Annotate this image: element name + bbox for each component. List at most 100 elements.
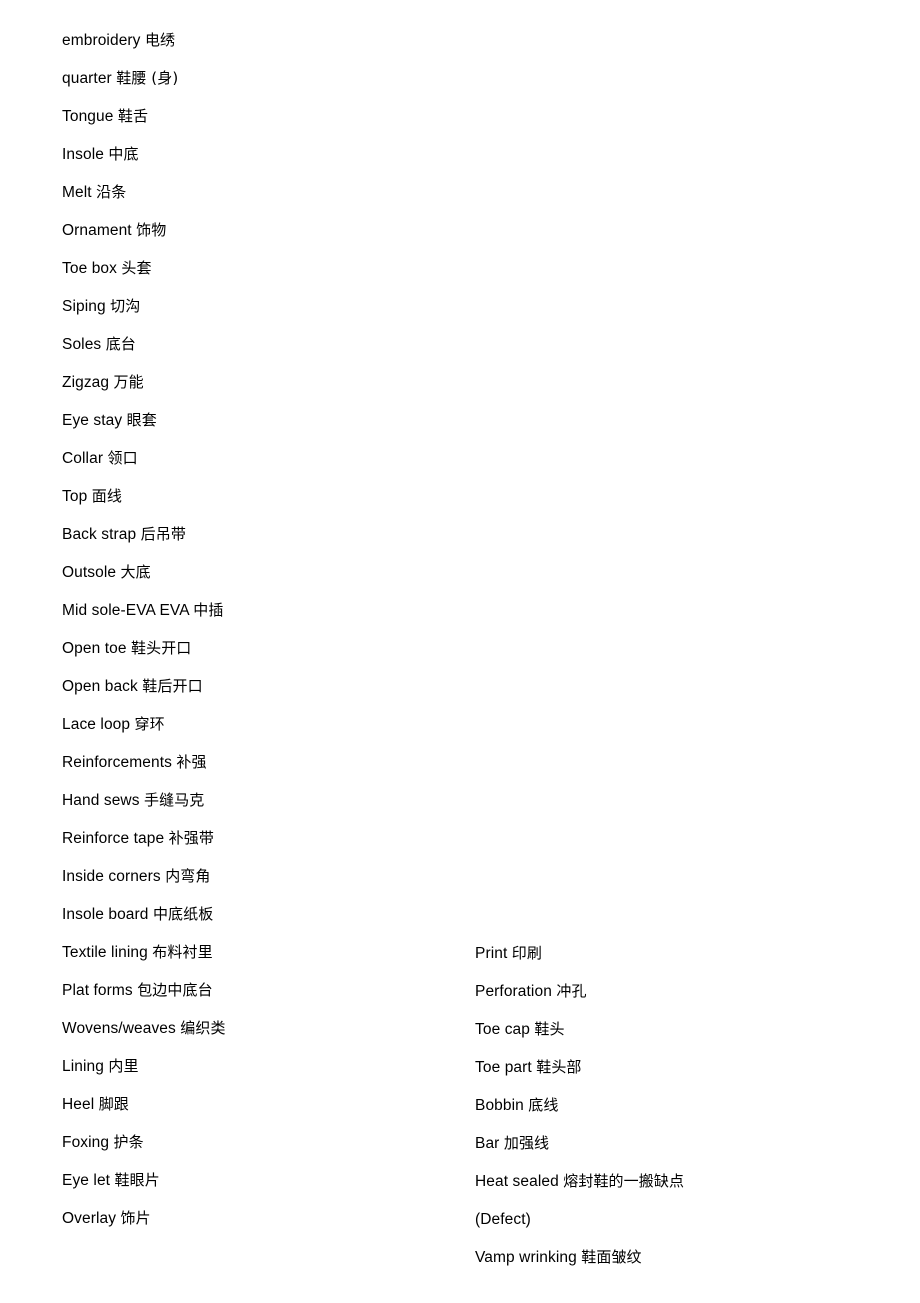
glossary-term-english: Open back: [62, 678, 138, 695]
glossary-entry: Open back 鞋后开口: [62, 675, 442, 698]
glossary-term-english: Lining: [62, 1058, 104, 1075]
glossary-term-chinese: 补强: [176, 753, 207, 771]
glossary-entry: Heel 脚跟: [62, 1093, 442, 1116]
glossary-term-english: Heel: [62, 1096, 95, 1113]
glossary-entry: Collar 领口: [62, 447, 442, 470]
glossary-term-english: Ornament: [62, 222, 132, 239]
glossary-term-english: Collar: [62, 450, 104, 467]
glossary-entry: Mid sole-EVA EVA 中插: [62, 599, 442, 622]
glossary-term-chinese: 鞋头开口: [131, 639, 192, 657]
glossary-term-chinese: 后吊带: [140, 525, 186, 543]
glossary-term-english: Top: [62, 488, 88, 505]
glossary-entry: Textile lining 布料衬里: [62, 941, 442, 964]
glossary-term-english: Print: [475, 945, 508, 962]
glossary-entry: Heat sealed 熔封鞋的一搬缺点: [475, 1170, 690, 1193]
glossary-entry: Eye stay 眼套: [62, 409, 442, 432]
glossary-term-english: (Defect): [475, 1211, 531, 1228]
glossary-entry: (Defect): [475, 1208, 690, 1231]
glossary-entry: Siping 切沟: [62, 295, 442, 318]
glossary-term-chinese: 冲孔: [556, 982, 587, 1000]
glossary-term-chinese: 底线: [528, 1096, 559, 1114]
glossary-term-chinese: 鞋面皱纹: [581, 1248, 642, 1266]
glossary-term-english: Reinforce tape: [62, 830, 165, 847]
glossary-entry: Tongue 鞋舌: [62, 105, 442, 128]
glossary-term-english: Reinforcements: [62, 754, 172, 771]
glossary-entry: Print 印刷: [475, 942, 690, 965]
glossary-term-chinese: 中底: [108, 145, 139, 163]
glossary-term-chinese: 切沟: [110, 297, 141, 315]
glossary-term-english: Lace loop: [62, 716, 131, 733]
glossary-term-english: Open toe: [62, 640, 127, 657]
glossary-entry: Vamp wrinking 鞋面皱纹: [475, 1246, 690, 1269]
glossary-term-english: Plat forms: [62, 982, 133, 999]
glossary-entry: Plat forms 包边中底台: [62, 979, 442, 1002]
glossary-term-chinese: 面线: [91, 487, 122, 505]
glossary-term-chinese: 电绣: [144, 31, 176, 49]
glossary-term-chinese: 鞋腰 (身): [116, 69, 179, 87]
glossary-entry: Insole 中底: [62, 143, 442, 166]
glossary-term-chinese: 饰片: [120, 1209, 151, 1227]
glossary-term-english: Toe box: [62, 260, 117, 277]
glossary-term-english: Textile lining: [62, 944, 148, 961]
glossary-term-chinese: 底台: [105, 335, 136, 353]
glossary-entry: Open toe 鞋头开口: [62, 637, 442, 660]
glossary-term-chinese: 中插: [193, 601, 224, 619]
glossary-entry: Back strap 后吊带: [62, 523, 442, 546]
glossary-term-chinese: 编织类: [180, 1019, 226, 1037]
glossary-term-chinese: 护条: [113, 1133, 144, 1151]
glossary-term-english: Wovens/weaves: [62, 1020, 176, 1037]
glossary-term-chinese: 鞋眼片: [114, 1171, 160, 1189]
glossary-term-english: Outsole: [62, 564, 117, 581]
glossary-term-english: Inside corners: [62, 868, 161, 885]
glossary-term-english: Perforation: [475, 983, 552, 1000]
glossary-term-english: Hand sews: [62, 792, 140, 809]
glossary-column-right: Print 印刷 Perforation 冲孔 Toe cap 鞋头 Toe part…: [475, 942, 690, 1269]
glossary-entry: Toe part 鞋头部: [475, 1056, 690, 1079]
glossary-term-chinese: 包边中底台: [137, 981, 213, 999]
glossary-term-english: Vamp wrinking: [475, 1249, 577, 1266]
glossary-term-english: Soles: [62, 336, 102, 353]
glossary-term-english: Toe cap: [475, 1021, 530, 1038]
glossary-term-chinese: 补强带: [168, 829, 214, 847]
glossary-term-chinese: 加强线: [503, 1134, 550, 1152]
glossary-entry: Bar 加强线: [475, 1132, 690, 1155]
glossary-entry: Bobbin 底线: [475, 1094, 690, 1117]
glossary-term-chinese: 领口: [107, 449, 138, 467]
glossary-entry: Lace loop 穿环: [62, 713, 442, 736]
glossary-entry: Hand sews 手缝马克: [62, 789, 442, 812]
glossary-term-english: Heat sealed: [475, 1173, 559, 1190]
glossary-term-english: Siping: [62, 298, 106, 315]
glossary-term-english: quarter: [62, 70, 112, 87]
glossary-entry: Lining 内里: [62, 1055, 442, 1078]
glossary-entry: Toe box 头套: [62, 257, 442, 280]
glossary-term-english: Toe part: [475, 1059, 532, 1076]
glossary-term-chinese: 中底纸板: [152, 905, 214, 923]
glossary-entry: Eye let 鞋眼片: [62, 1169, 442, 1192]
glossary-term-chinese: 万能: [113, 373, 144, 391]
glossary-entry: Insole board 中底纸板: [62, 903, 442, 926]
glossary-term-chinese: 饰物: [136, 221, 167, 239]
glossary-entry: Inside corners 内弯角: [62, 865, 442, 888]
glossary-term-english: Tongue: [62, 108, 114, 125]
glossary-entry: Top 面线: [62, 485, 442, 508]
glossary-entry: Outsole 大底: [62, 561, 442, 584]
glossary-term-chinese: 鞋舌: [117, 107, 149, 125]
glossary-term-chinese: 眼套: [126, 411, 157, 429]
glossary-term-english: Foxing: [62, 1134, 110, 1151]
glossary-term-chinese: 熔封鞋的一搬缺点: [563, 1172, 685, 1190]
glossary-entry: Reinforce tape 补强带: [62, 827, 442, 850]
glossary-term-chinese: 头套: [121, 259, 152, 277]
glossary-column-left: embroidery 电绣 quarter 鞋腰 (身) Tongue 鞋舌 Inso…: [62, 29, 442, 1230]
glossary-entry: Soles 底台: [62, 333, 442, 356]
glossary-entry: Melt 沿条: [62, 181, 442, 204]
glossary-term-chinese: 手缝马克: [144, 791, 205, 809]
glossary-term-english: Bar: [475, 1135, 500, 1152]
glossary-term-chinese: 鞋头: [534, 1020, 565, 1038]
glossary-term-chinese: 内里: [108, 1057, 139, 1075]
glossary-entry: quarter 鞋腰 (身): [62, 67, 442, 90]
glossary-term-chinese: 内弯角: [165, 867, 211, 885]
glossary-entry: embroidery 电绣: [62, 29, 442, 52]
glossary-entry: Wovens/weaves 编织类: [62, 1017, 442, 1040]
glossary-term-chinese: 沿条: [96, 183, 127, 201]
glossary-term-chinese: 鞋后开口: [142, 677, 203, 695]
